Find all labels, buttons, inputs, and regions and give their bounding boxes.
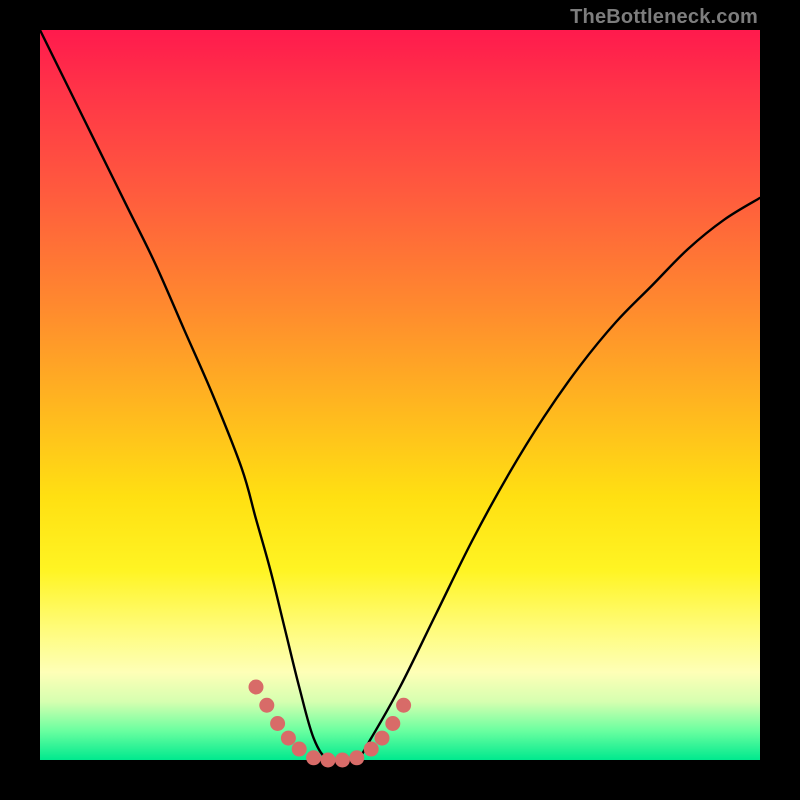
curve-layer [40,30,760,760]
bottleneck-curve [40,30,760,762]
interval-marker [259,698,274,713]
plot-area [40,30,760,760]
interval-marker [396,698,411,713]
interval-marker [385,716,400,731]
interval-marker [270,716,285,731]
watermark-label: TheBottleneck.com [570,6,758,29]
interval-marker [321,753,336,768]
interval-marker [364,742,379,757]
interval-marker [281,731,296,746]
interval-marker [249,680,264,695]
interval-marker [349,750,364,765]
interval-marker [375,731,390,746]
chart-stage: TheBottleneck.com [0,0,800,800]
interval-markers [249,680,412,768]
interval-marker [335,753,350,768]
interval-marker [292,742,307,757]
interval-marker [306,750,321,765]
